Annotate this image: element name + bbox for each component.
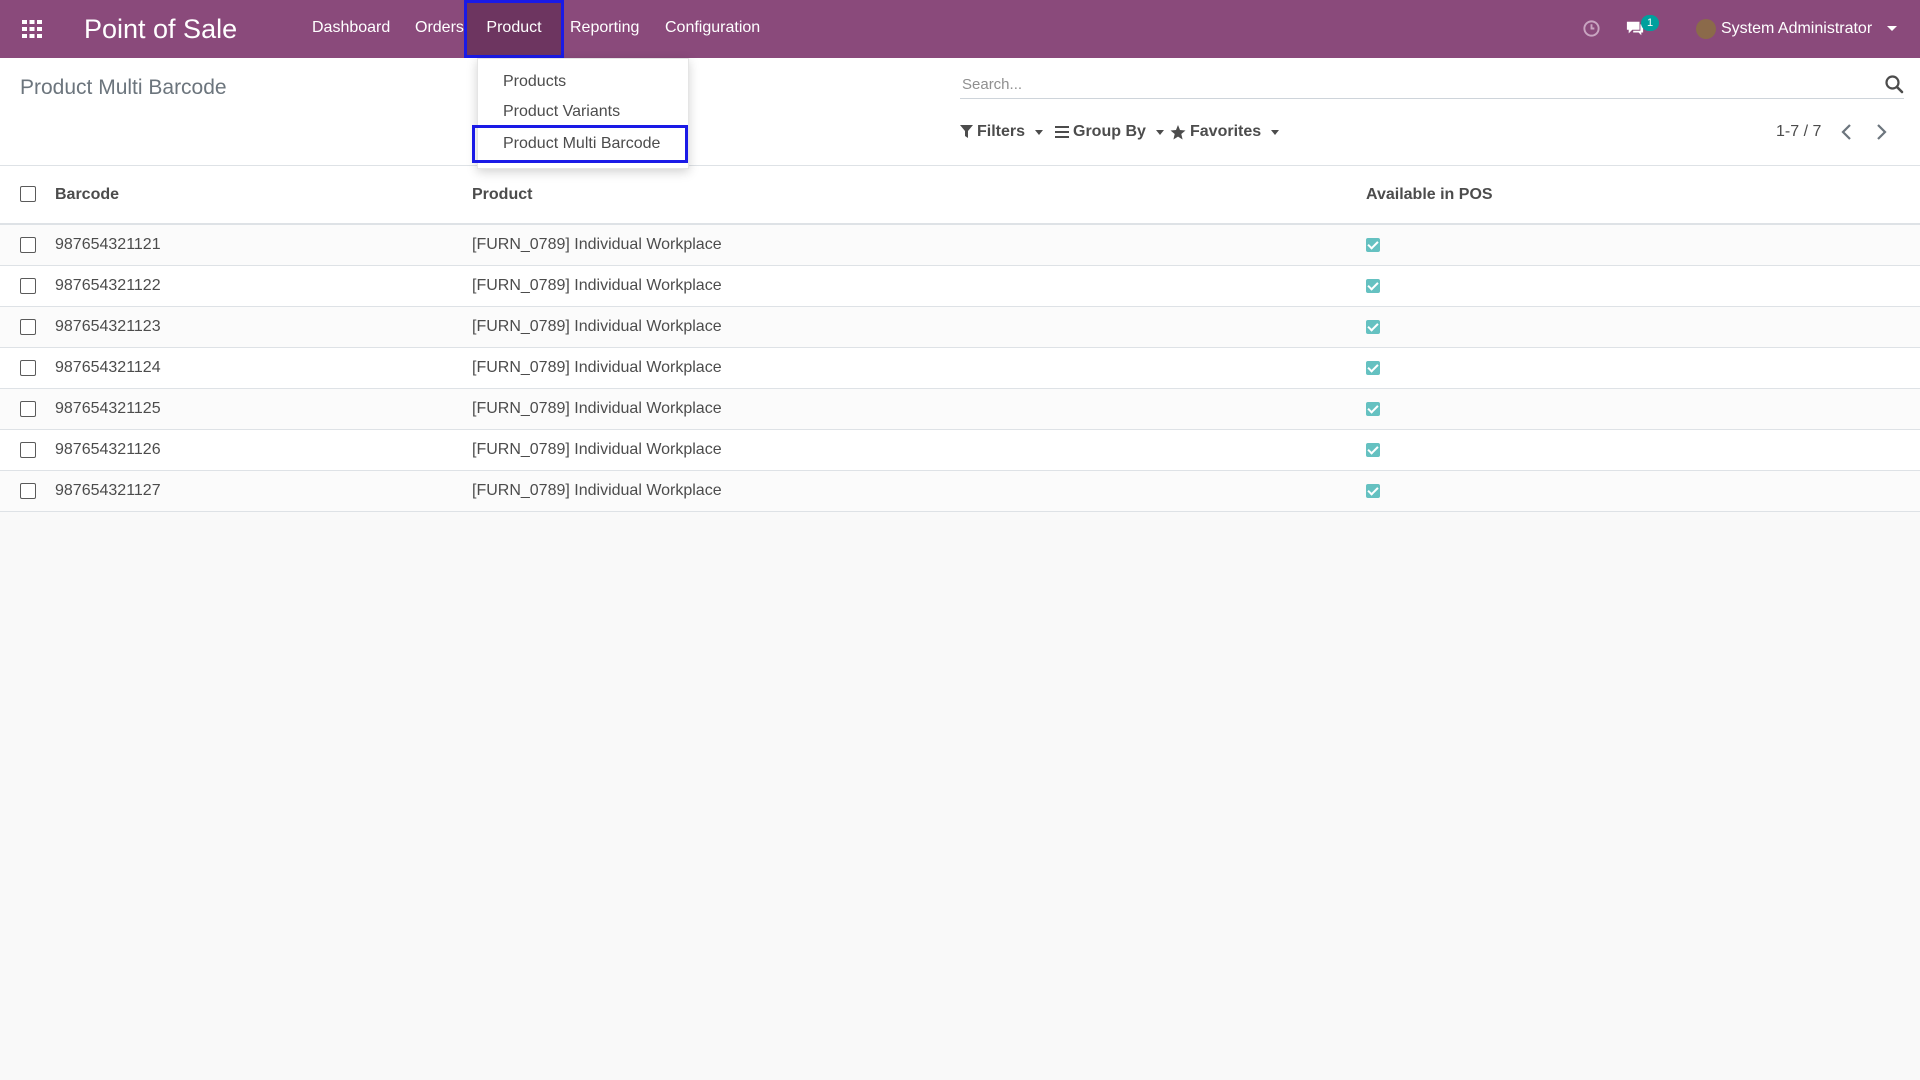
cell-barcode[interactable]: 987654321126 bbox=[54, 429, 471, 471]
table-body: 987654321121 [FURN_0789] Individual Workp… bbox=[0, 224, 1920, 512]
table-row[interactable]: 987654321127 [FURN_0789] Individual Workp… bbox=[0, 470, 1920, 512]
pager-value[interactable]: 1-7 / 7 bbox=[1776, 122, 1821, 142]
cell-barcode[interactable]: 987654321121 bbox=[54, 224, 471, 266]
group-by-button[interactable]: Group By bbox=[1055, 121, 1164, 143]
caret-down-icon bbox=[1271, 129, 1280, 135]
cell-available-in-pos bbox=[1365, 429, 1920, 471]
search-input[interactable] bbox=[960, 70, 1864, 98]
app-title[interactable]: Point of Sale bbox=[84, 12, 237, 46]
star-icon bbox=[1170, 124, 1186, 139]
cell-product[interactable]: [FURN_0789] Individual Workplace bbox=[471, 347, 1365, 389]
cell-available-in-pos bbox=[1365, 388, 1920, 430]
cell-available-in-pos bbox=[1365, 224, 1920, 266]
column-header-available-in-pos[interactable]: Available in POS bbox=[1365, 166, 1920, 225]
breadcrumb: Product Multi Barcode bbox=[20, 76, 227, 99]
caret-down-icon[interactable] bbox=[1887, 26, 1897, 31]
dropdown-item-product-multi-barcode[interactable]: Product Multi Barcode bbox=[472, 125, 688, 163]
table-row[interactable]: 987654321122 [FURN_0789] Individual Workp… bbox=[0, 265, 1920, 307]
cell-product[interactable]: [FURN_0789] Individual Workplace bbox=[471, 224, 1365, 266]
row-checkbox[interactable] bbox=[20, 400, 36, 417]
menu-dashboard[interactable]: Dashboard bbox=[312, 0, 390, 58]
group-by-label: Group By bbox=[1073, 123, 1146, 140]
table-row[interactable]: 987654321126 [FURN_0789] Individual Workp… bbox=[0, 429, 1920, 471]
cell-available-in-pos bbox=[1365, 306, 1920, 348]
row-select-cell bbox=[0, 429, 54, 471]
cell-barcode[interactable]: 987654321124 bbox=[54, 347, 471, 389]
dropdown-item-products[interactable]: Products bbox=[503, 71, 566, 93]
cell-barcode[interactable]: 987654321123 bbox=[54, 306, 471, 348]
chevron-right-icon[interactable] bbox=[1870, 120, 1892, 144]
row-checkbox[interactable] bbox=[20, 359, 36, 376]
menu-product[interactable]: Product bbox=[464, 0, 564, 58]
search-bar bbox=[960, 70, 1904, 99]
table-row[interactable]: 987654321125 [FURN_0789] Individual Workp… bbox=[0, 388, 1920, 430]
table-row[interactable]: 987654321124 [FURN_0789] Individual Workp… bbox=[0, 347, 1920, 389]
available-in-pos-checkbox bbox=[1366, 278, 1380, 293]
cell-available-in-pos bbox=[1365, 265, 1920, 307]
table-row[interactable]: 987654321121 [FURN_0789] Individual Workp… bbox=[0, 224, 1920, 266]
row-checkbox[interactable] bbox=[20, 236, 36, 253]
chevron-left-icon[interactable] bbox=[1836, 120, 1858, 144]
avatar[interactable] bbox=[1696, 19, 1716, 39]
column-header-product[interactable]: Product bbox=[471, 166, 1365, 225]
available-in-pos-checkbox bbox=[1366, 483, 1380, 498]
clock-icon[interactable] bbox=[1582, 19, 1601, 38]
top-navbar: Point of Sale Dashboard Orders Product R… bbox=[0, 0, 1920, 58]
cell-product[interactable]: [FURN_0789] Individual Workplace bbox=[471, 265, 1365, 307]
row-checkbox[interactable] bbox=[20, 441, 36, 458]
cell-available-in-pos bbox=[1365, 347, 1920, 389]
filter-icon bbox=[960, 125, 973, 138]
caret-down-icon bbox=[1035, 129, 1044, 135]
cell-product[interactable]: [FURN_0789] Individual Workplace bbox=[471, 388, 1365, 430]
available-in-pos-checkbox bbox=[1366, 237, 1380, 252]
row-select-cell bbox=[0, 470, 54, 512]
barcode-list-table: Barcode Product Available in POS 9876543… bbox=[0, 166, 1920, 512]
cell-barcode[interactable]: 987654321127 bbox=[54, 470, 471, 512]
group-by-icon bbox=[1055, 126, 1069, 138]
row-checkbox[interactable] bbox=[20, 318, 36, 335]
column-header-barcode[interactable]: Barcode bbox=[54, 166, 471, 225]
cell-product[interactable]: [FURN_0789] Individual Workplace bbox=[471, 429, 1365, 471]
row-select-cell bbox=[0, 388, 54, 430]
menu-reporting[interactable]: Reporting bbox=[570, 0, 639, 58]
table-header-row: Barcode Product Available in POS bbox=[0, 166, 1920, 225]
chat-badge: 1 bbox=[1641, 15, 1659, 31]
cell-product[interactable]: [FURN_0789] Individual Workplace bbox=[471, 306, 1365, 348]
cell-available-in-pos bbox=[1365, 470, 1920, 512]
menu-orders[interactable]: Orders bbox=[415, 0, 464, 58]
dropdown-item-product-variants[interactable]: Product Variants bbox=[503, 101, 620, 123]
row-select-cell bbox=[0, 224, 54, 266]
filters-button[interactable]: Filters bbox=[960, 121, 1044, 143]
filters-label: Filters bbox=[977, 123, 1026, 140]
row-checkbox[interactable] bbox=[20, 482, 36, 499]
select-all-checkbox[interactable] bbox=[20, 186, 36, 203]
row-select-cell bbox=[0, 347, 54, 389]
favorites-label: Favorites bbox=[1190, 123, 1262, 140]
user-menu-name[interactable]: System Administrator bbox=[1721, 18, 1872, 40]
row-select-cell bbox=[0, 306, 54, 348]
available-in-pos-checkbox bbox=[1366, 319, 1380, 334]
available-in-pos-checkbox bbox=[1366, 442, 1380, 457]
search-icon[interactable] bbox=[1884, 74, 1904, 94]
apps-grid-icon[interactable] bbox=[20, 17, 44, 41]
select-all-cell bbox=[0, 166, 54, 225]
row-select-cell bbox=[0, 265, 54, 307]
table-row[interactable]: 987654321123 [FURN_0789] Individual Workp… bbox=[0, 306, 1920, 348]
row-checkbox[interactable] bbox=[20, 277, 36, 294]
available-in-pos-checkbox bbox=[1366, 401, 1380, 416]
menu-configuration[interactable]: Configuration bbox=[665, 0, 760, 58]
cell-barcode[interactable]: 987654321122 bbox=[54, 265, 471, 307]
available-in-pos-checkbox bbox=[1366, 360, 1380, 375]
cell-barcode[interactable]: 987654321125 bbox=[54, 388, 471, 430]
cell-product[interactable]: [FURN_0789] Individual Workplace bbox=[471, 470, 1365, 512]
favorites-button[interactable]: Favorites bbox=[1170, 121, 1280, 143]
caret-down-icon bbox=[1155, 129, 1164, 135]
control-panel: Product Multi Barcode Filters Group By F… bbox=[0, 58, 1920, 166]
